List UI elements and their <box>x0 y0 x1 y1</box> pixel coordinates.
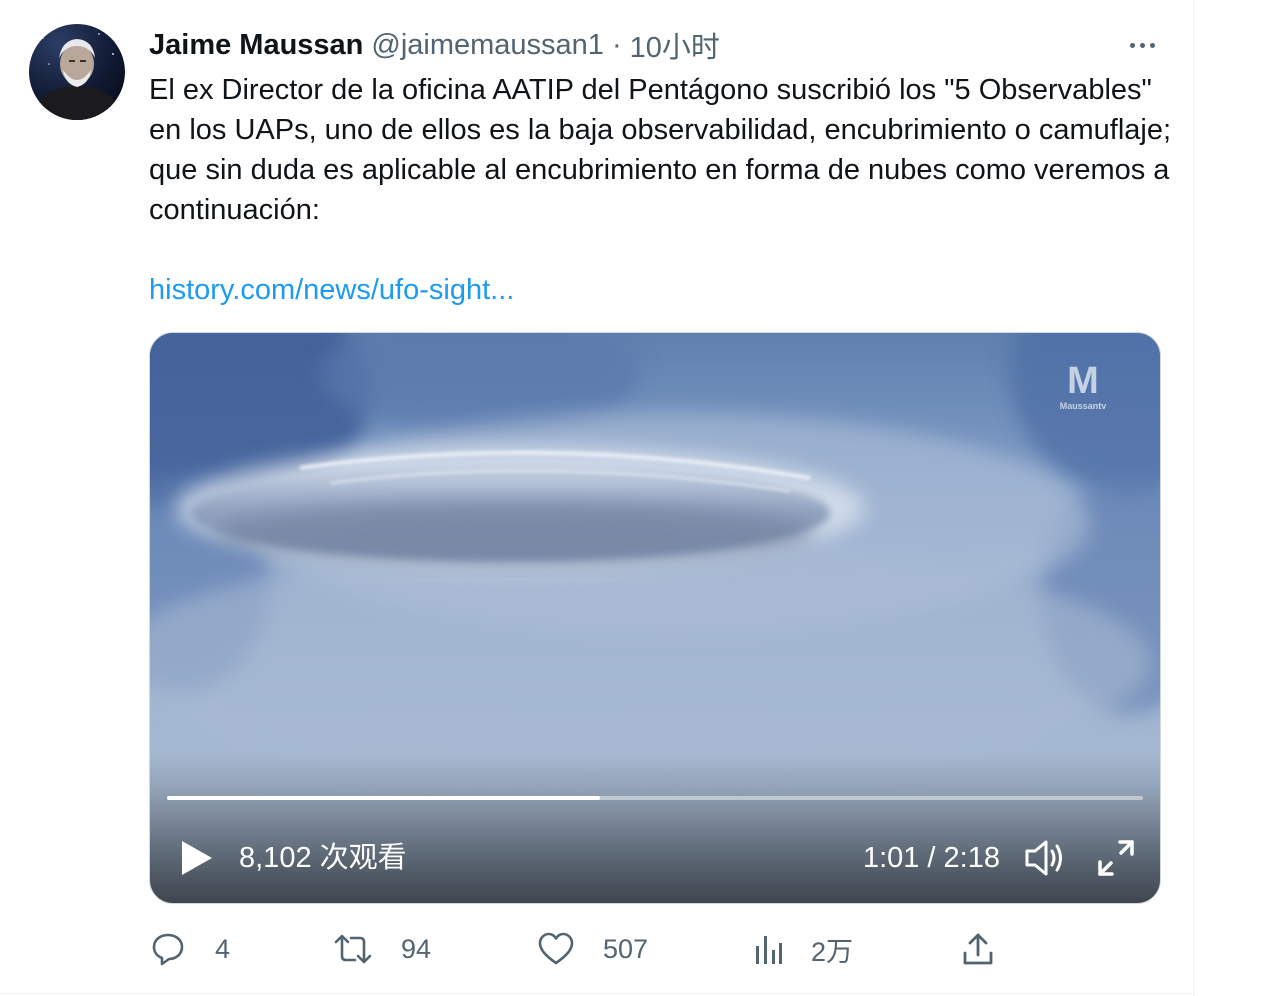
retweet-button[interactable]: 94 <box>333 924 431 974</box>
video-timecode: 1:01 / 2:18 <box>862 842 1000 874</box>
reply-icon <box>152 933 184 966</box>
fullscreen-icon <box>1098 840 1134 876</box>
retweet-count: 94 <box>401 933 432 964</box>
video-progress-bar[interactable] <box>167 796 1143 800</box>
fullscreen-button[interactable] <box>1096 838 1136 878</box>
tweet-article[interactable]: Jaime Maussan @jaimemaussan1 · 10小时 El e… <box>0 0 1262 996</box>
tweet-timestamp[interactable]: 10小时 <box>630 24 720 66</box>
analytics-button[interactable]: 2万 <box>753 924 853 974</box>
analytics-icon <box>756 936 782 964</box>
retweet-icon <box>334 934 372 964</box>
share-icon <box>963 933 993 965</box>
like-count: 507 <box>603 933 649 964</box>
tweet-header: Jaime Maussan @jaimemaussan1 · 10小时 <box>149 24 720 66</box>
column-divider <box>1193 0 1194 996</box>
play-icon <box>182 841 212 875</box>
like-button[interactable]: 507 <box>537 924 648 974</box>
tweet-body: El ex Director de la oficina AATIP del P… <box>149 74 1172 226</box>
reply-count: 4 <box>215 933 231 964</box>
video-view-count: 8,102 次观看 <box>239 842 407 874</box>
volume-icon <box>1025 840 1062 876</box>
reply-button[interactable]: 4 <box>149 924 230 974</box>
share-button[interactable] <box>961 924 995 974</box>
tweet-divider <box>0 993 1194 994</box>
video-player[interactable]: M Maussantv 8,102 次观看 1:01 / 2:18 <box>149 332 1161 904</box>
like-icon <box>538 932 574 965</box>
volume-button[interactable] <box>1024 838 1066 878</box>
tweet-actions-bar: 4 94 507 2万 <box>149 924 1049 974</box>
controls-overlay <box>150 753 1160 903</box>
analytics-count: 2万 <box>811 936 854 967</box>
more-options-button[interactable] <box>1120 28 1164 62</box>
avatar-photo <box>33 33 121 120</box>
more-icon <box>1129 42 1135 48</box>
video-watermark: M Maussantv <box>1056 361 1110 411</box>
author-handle[interactable]: @jaimemaussan1 <box>371 29 604 62</box>
play-button[interactable] <box>176 838 216 878</box>
watermark-logo: M <box>1067 360 1099 402</box>
avatar[interactable] <box>29 24 125 120</box>
watermark-text: Maussantv <box>1059 401 1107 411</box>
tweet-text: El ex Director de la oficina AATIP del P… <box>149 70 1179 230</box>
video-progress-fill <box>167 796 601 800</box>
header-separator: · <box>611 28 622 61</box>
author-name[interactable]: Jaime Maussan <box>149 29 363 62</box>
tweet-link[interactable]: history.com/news/ufo-sight... <box>149 270 514 310</box>
